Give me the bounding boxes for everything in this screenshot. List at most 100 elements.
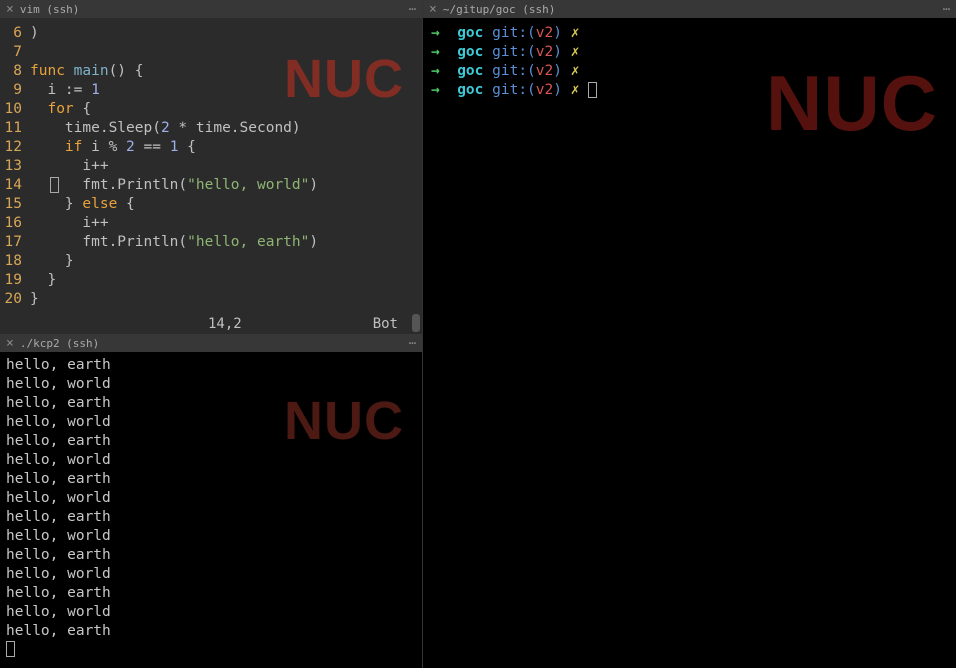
vim-line: 16 i++	[0, 214, 422, 233]
code-text: } else {	[30, 195, 135, 214]
prompt-dir: goc	[457, 44, 483, 60]
line-number: 10	[0, 100, 30, 119]
output-line: hello, world	[6, 565, 416, 584]
shell-prompt-line: → goc git:(v2) ✗	[431, 62, 948, 81]
prompt-git: git:(	[492, 63, 536, 79]
output-terminal[interactable]: hello, earthhello, worldhello, earthhell…	[0, 352, 422, 667]
close-icon[interactable]: ×	[429, 3, 437, 16]
output-line: hello, world	[6, 413, 416, 432]
vim-line: 11 time.Sleep(2 * time.Second)	[0, 119, 422, 138]
vim-cursor	[50, 177, 59, 193]
line-number: 6	[0, 24, 30, 43]
prompt-git-close: )	[553, 44, 562, 60]
output-line: hello, earth	[6, 508, 416, 527]
shell-prompt-line: → goc git:(v2) ✗	[431, 81, 948, 100]
line-number: 16	[0, 214, 30, 233]
line-number: 9	[0, 81, 30, 100]
prompt-dir: goc	[457, 82, 483, 98]
prompt-branch: v2	[536, 63, 553, 79]
vim-line: 19 }	[0, 271, 422, 290]
vim-line: 7	[0, 43, 422, 62]
dirty-icon: ✗	[571, 44, 580, 60]
vim-title: vim (ssh)	[20, 3, 80, 16]
prompt-git-close: )	[553, 63, 562, 79]
prompt-arrow-icon: →	[431, 63, 440, 79]
scrollbar-thumb[interactable]	[412, 314, 420, 332]
line-number: 13	[0, 157, 30, 176]
prompt-arrow-icon: →	[431, 82, 440, 98]
prompt-git: git:(	[492, 44, 536, 60]
output-line: hello, earth	[6, 432, 416, 451]
prompt-dir: goc	[457, 63, 483, 79]
shell-pane: × ~/gitup/goc (ssh) ⋯ NUC → goc git:(v2)…	[422, 0, 956, 668]
output-pane: × ./kcp2 (ssh) ⋯ NUC hello, earthhello, …	[0, 334, 422, 668]
vim-line: 9 i := 1	[0, 81, 422, 100]
line-number: 8	[0, 62, 30, 81]
shell-cursor	[588, 82, 597, 98]
shell-prompt-line: → goc git:(v2) ✗	[431, 43, 948, 62]
menu-icon[interactable]: ⋯	[409, 336, 416, 350]
vim-statusbar: 14,2 Bot	[0, 314, 422, 334]
code-text: i := 1	[30, 81, 100, 100]
menu-icon[interactable]: ⋯	[943, 2, 950, 16]
code-text: }	[30, 271, 56, 290]
code-text: for {	[30, 100, 91, 119]
prompt-branch: v2	[536, 82, 553, 98]
vim-line: 15 } else {	[0, 195, 422, 214]
output-line: hello, earth	[6, 546, 416, 565]
prompt-branch: v2	[536, 25, 553, 41]
code-text: if i % 2 == 1 {	[30, 138, 196, 157]
shell-prompt-line: → goc git:(v2) ✗	[431, 24, 948, 43]
prompt-arrow-icon: →	[431, 25, 440, 41]
output-title: ./kcp2 (ssh)	[20, 337, 99, 350]
vim-line: 17 fmt.Println("hello, earth")	[0, 233, 422, 252]
output-line: hello, world	[6, 527, 416, 546]
output-line: hello, world	[6, 451, 416, 470]
output-line: hello, earth	[6, 622, 416, 641]
line-number: 17	[0, 233, 30, 252]
prompt-git-close: )	[553, 25, 562, 41]
vim-line: 14 fmt.Println("hello, world")	[0, 176, 422, 195]
output-line: hello, world	[6, 603, 416, 622]
vim-scroll-pos: Bot	[373, 316, 398, 332]
vim-cursor-pos: 14,2	[208, 316, 242, 332]
line-number: 7	[0, 43, 30, 62]
dirty-icon: ✗	[571, 82, 580, 98]
output-titlebar: × ./kcp2 (ssh) ⋯	[0, 334, 422, 352]
output-cursor	[6, 641, 15, 657]
code-text: time.Sleep(2 * time.Second)	[30, 119, 301, 138]
line-number: 15	[0, 195, 30, 214]
close-icon[interactable]: ×	[6, 3, 14, 16]
line-number: 20	[0, 290, 30, 309]
prompt-dir: goc	[457, 25, 483, 41]
dirty-icon: ✗	[571, 63, 580, 79]
output-line: hello, earth	[6, 584, 416, 603]
prompt-git-close: )	[553, 82, 562, 98]
vim-line: 18 }	[0, 252, 422, 271]
output-line: hello, world	[6, 375, 416, 394]
vim-line: 6)	[0, 24, 422, 43]
shell-terminal[interactable]: → goc git:(v2) ✗ → goc git:(v2) ✗ → goc …	[423, 18, 956, 106]
prompt-branch: v2	[536, 44, 553, 60]
output-line: hello, earth	[6, 394, 416, 413]
code-text: fmt.Println("hello, earth")	[30, 233, 318, 252]
output-line: hello, earth	[6, 470, 416, 489]
line-number: 14	[0, 176, 30, 195]
vim-line: 20}	[0, 290, 422, 309]
close-icon[interactable]: ×	[6, 337, 14, 350]
line-number: 11	[0, 119, 30, 138]
vim-editor[interactable]: 6)78func main() {9 i := 110 for {11 time…	[0, 18, 422, 309]
dirty-icon: ✗	[571, 25, 580, 41]
prompt-git: git:(	[492, 25, 536, 41]
code-text: func main() {	[30, 62, 144, 81]
shell-title: ~/gitup/goc (ssh)	[443, 3, 556, 16]
line-number: 12	[0, 138, 30, 157]
vim-line: 8func main() {	[0, 62, 422, 81]
output-line: hello, earth	[6, 356, 416, 375]
code-text: i++	[30, 157, 109, 176]
code-text: )	[30, 24, 39, 43]
shell-titlebar: × ~/gitup/goc (ssh) ⋯	[423, 0, 956, 18]
menu-icon[interactable]: ⋯	[409, 2, 416, 16]
code-text: }	[30, 252, 74, 271]
code-text: i++	[30, 214, 109, 233]
